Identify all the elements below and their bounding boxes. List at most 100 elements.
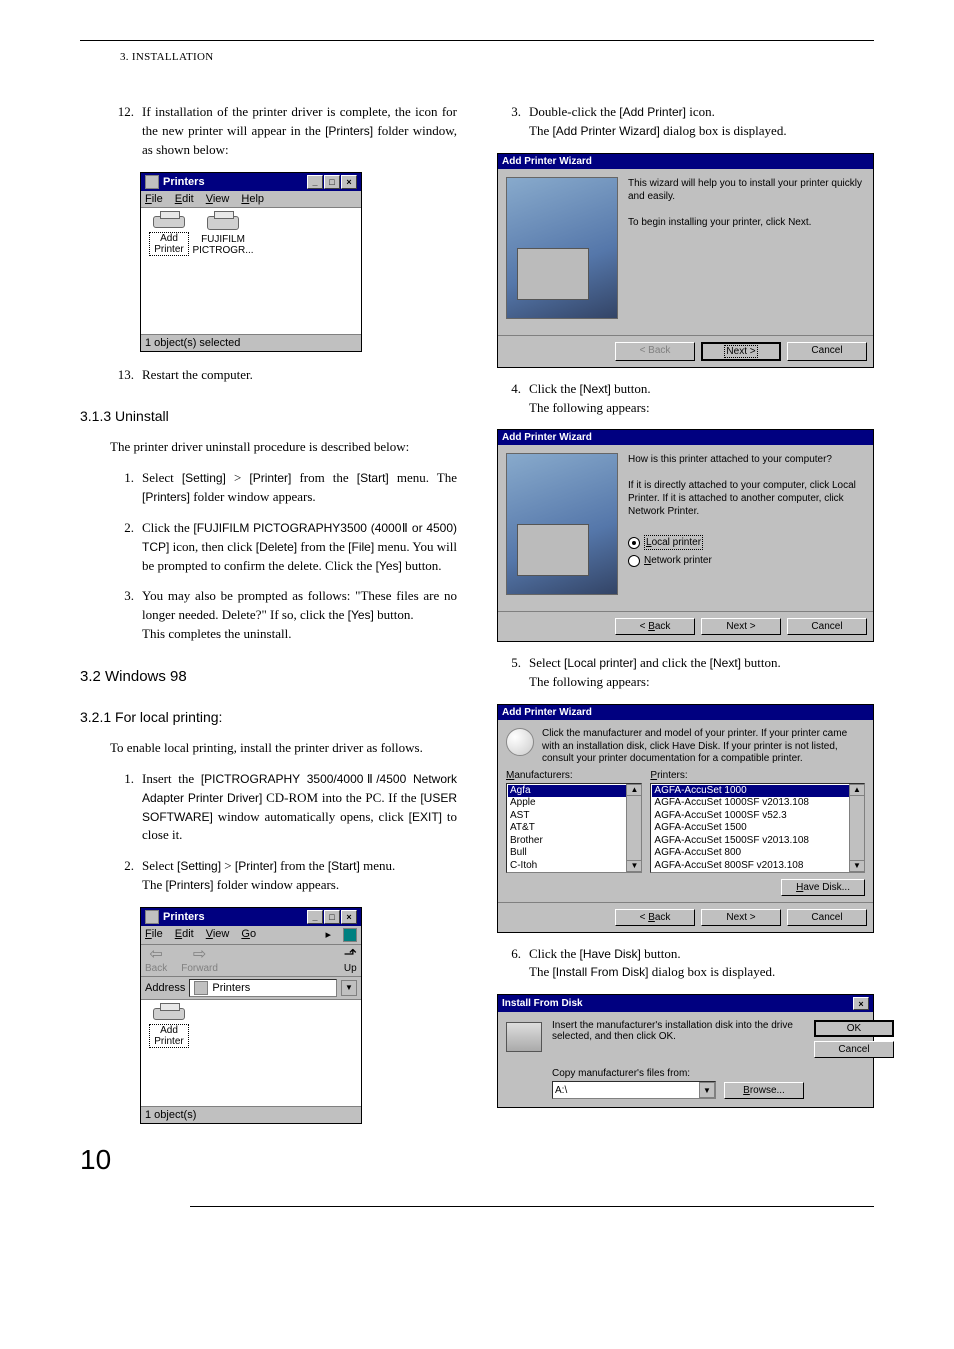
dialog-title: Add Printer Wizard (498, 705, 873, 720)
close-button[interactable]: × (853, 997, 869, 1010)
dialog-title: Add Printer Wizard (498, 430, 873, 445)
next-button[interactable]: Next > (701, 342, 781, 361)
list-item[interactable]: AGFA-AccuSet 1000 (652, 785, 863, 798)
cancel-button[interactable]: Cancel (787, 618, 867, 635)
step-number: 4. (497, 380, 529, 418)
printers-label: Printers: (650, 770, 865, 781)
scrollbar[interactable]: ▲▼ (849, 784, 864, 872)
wizard-text: This wizard will help you to install you… (628, 177, 865, 203)
step-text: Restart the computer. (142, 366, 457, 385)
cancel-button[interactable]: Cancel (814, 1041, 894, 1058)
step-number: 3. (110, 587, 142, 644)
section-heading: 3.2.1 For local printing: (80, 709, 457, 725)
step-text: Select [Setting] > [Printer] from the [S… (142, 857, 457, 895)
minimize-button[interactable]: _ (307, 175, 323, 189)
list-item[interactable]: Apple (508, 797, 640, 810)
step-number: 2. (110, 857, 142, 895)
ok-button[interactable]: OK (814, 1020, 894, 1037)
next-button[interactable]: Next > (701, 618, 781, 635)
forward-button[interactable]: ⇨Forward (181, 947, 218, 974)
manufacturers-list[interactable]: Agfa Apple AST AT&T Brother Bull C-Itoh … (506, 783, 642, 873)
list-item[interactable]: AGFA-AccuSet 1000SF v2013.108 (652, 797, 863, 810)
folder-icon (194, 981, 208, 995)
address-label: Address (145, 982, 185, 994)
step-number: 1. (110, 469, 142, 507)
list-item[interactable]: Agfa (508, 785, 640, 798)
step-text: Click the [Next] button. The following a… (529, 380, 874, 418)
menu-go[interactable]: Go (241, 928, 256, 942)
have-disk-button[interactable]: Have Disk... (781, 879, 865, 896)
menu-view[interactable]: View (206, 193, 230, 205)
add-printer-icon[interactable]: Add Printer (149, 216, 189, 256)
add-printer-icon[interactable]: Add Printer (149, 1008, 189, 1048)
menu-view[interactable]: View (206, 928, 230, 942)
close-button[interactable]: × (341, 175, 357, 189)
step-text: If installation of the printer driver is… (142, 103, 457, 160)
list-item[interactable]: AGFA-AccuSet 1000SF v52.3 (652, 810, 863, 823)
section-header: 3. INSTALLATION (120, 51, 874, 63)
maximize-button[interactable]: □ (324, 910, 340, 924)
next-button[interactable]: Next > (701, 909, 781, 926)
menu-help[interactable]: Help (241, 193, 264, 205)
address-dropdown[interactable]: ▼ (341, 980, 357, 996)
minimize-button[interactable]: _ (307, 910, 323, 924)
back-button[interactable]: < Back (615, 909, 695, 926)
menu-more[interactable]: ▸ (325, 928, 331, 942)
printers-icon (145, 175, 159, 189)
list-item[interactable]: C-Itoh (508, 860, 640, 873)
printers-list[interactable]: AGFA-AccuSet 1000 AGFA-AccuSet 1000SF v2… (650, 783, 865, 873)
section-heading: 3.2 Windows 98 (80, 668, 457, 685)
window-title: Printers (163, 176, 205, 188)
fujifilm-printer-icon[interactable]: FUJIFILM PICTROGR... (203, 216, 243, 256)
menu-file[interactable]: File (145, 193, 163, 205)
add-printer-wizard-2: Add Printer Wizard How is this printer a… (497, 429, 874, 642)
cancel-button[interactable]: Cancel (787, 342, 867, 361)
up-button[interactable]: ⬏Up (344, 947, 357, 974)
radio-local-printer[interactable]: Local printer (628, 535, 865, 550)
back-button[interactable]: < Back (615, 618, 695, 635)
printer-q-icon (506, 728, 534, 756)
step-text: Select [Setting] > [Printer] from the [S… (142, 469, 457, 507)
radio-network-printer[interactable]: Network printer (628, 554, 865, 567)
address-box[interactable]: Printers (189, 979, 337, 997)
radio-dot-icon (628, 537, 640, 549)
list-item[interactable]: AT&T (508, 822, 640, 835)
disk-icon (506, 1022, 542, 1052)
scrollbar[interactable]: ▲▼ (626, 784, 641, 872)
step-text: Insert the [PICTROGRAPHY 3500/4000Ⅱ/4500… (142, 770, 457, 845)
wizard-instruction: Click the manufacturer and model of your… (542, 728, 865, 766)
wizard-question: How is this printer attached to your com… (628, 453, 865, 466)
paragraph: To enable local printing, install the pr… (110, 739, 457, 758)
list-item[interactable]: Brother (508, 835, 640, 848)
step-text: Double-click the [Add Printer] icon. The… (529, 103, 874, 141)
browse-button[interactable]: Browse... (724, 1082, 804, 1099)
list-item[interactable]: Bull (508, 847, 640, 860)
dialog-title: Install From Disk (502, 998, 583, 1009)
list-item[interactable]: AGFA-AccuSet 1500 (652, 822, 863, 835)
step-text: Click the [Have Disk] button. The [Insta… (529, 945, 874, 983)
menu-file[interactable]: File (145, 928, 163, 942)
wizard-text: To begin installing your printer, click … (628, 216, 865, 229)
step-text: Click the [FUJIFILM PICTOGRAPHY3500 (400… (142, 519, 457, 576)
add-printer-wizard-1: Add Printer Wizard This wizard will help… (497, 153, 874, 368)
list-item[interactable]: AGFA-AccuSet 1500SF v2013.108 (652, 835, 863, 848)
page-number: 10 (80, 1144, 874, 1176)
menu-edit[interactable]: Edit (175, 193, 194, 205)
drive-combo[interactable]: A:\▼ (552, 1081, 716, 1099)
step-number: 2. (110, 519, 142, 576)
close-button[interactable]: × (341, 910, 357, 924)
list-item[interactable]: AST (508, 810, 640, 823)
cancel-button[interactable]: Cancel (787, 909, 867, 926)
printers-window-98: Printers _ □ × File Edit View Go ▸ ⇦Back… (140, 907, 362, 1124)
maximize-button[interactable]: □ (324, 175, 340, 189)
list-item[interactable]: AGFA-AccuSet 800 (652, 847, 863, 860)
list-item[interactable]: AGFA-AccuSet 800SF v2013.108 (652, 860, 863, 873)
step-number: 13. (110, 366, 142, 385)
back-button[interactable]: ⇦Back (145, 947, 167, 974)
menu-edit[interactable]: Edit (175, 928, 194, 942)
dropdown-icon[interactable]: ▼ (699, 1082, 715, 1098)
step-number: 6. (497, 945, 529, 983)
ifd-message: Insert the manufacturer's installation d… (552, 1020, 804, 1042)
wizard-hint: If it is directly attached to your compu… (628, 479, 865, 518)
section-heading: 3.1.3 Uninstall (80, 408, 457, 424)
